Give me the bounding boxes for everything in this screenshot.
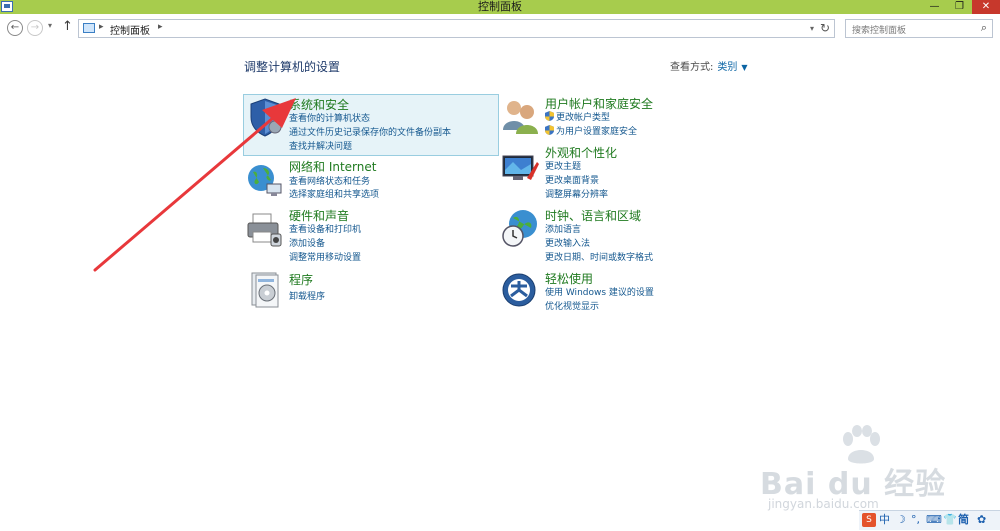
- category-link[interactable]: 添加语言: [545, 222, 581, 235]
- sogou-ime-icon[interactable]: S: [862, 513, 876, 527]
- category-title[interactable]: 程序: [289, 271, 313, 288]
- settings-gear-icon[interactable]: ✿: [977, 513, 986, 527]
- control-panel-location-icon: [83, 23, 95, 33]
- control-panel-window: 控制面板 — ❐ ✕ ← → ▾ ↑ ▸ 控制面板 ▸ ▾ ↻ 搜索控制面板 ⌕…: [0, 0, 1000, 531]
- view-by-dropdown[interactable]: 类别: [717, 62, 737, 73]
- recent-locations-dropdown-icon[interactable]: ▾: [48, 21, 52, 30]
- category-programs[interactable]: 程序 卸载程序: [244, 271, 494, 311]
- category-link[interactable]: 选择家庭组和共享选项: [289, 187, 379, 200]
- category-link[interactable]: 为用户设置家庭安全: [545, 124, 637, 137]
- page-title: 调整计算机的设置: [244, 60, 341, 74]
- clock-globe-icon: [502, 210, 537, 247]
- punctuation-icon[interactable]: °,: [911, 513, 920, 527]
- category-appearance[interactable]: 外观和个性化 更改主题 更改桌面背景 调整屏幕分辨率: [500, 144, 760, 200]
- half-width-moon-icon[interactable]: ☽: [896, 513, 906, 527]
- category-link[interactable]: 更改输入法: [545, 236, 590, 249]
- category-link[interactable]: 更改帐户类型: [545, 110, 610, 123]
- back-button[interactable]: ←: [7, 20, 23, 36]
- category-link[interactable]: 更改主题: [545, 159, 581, 172]
- view-by: 查看方式: 类别 ▼: [670, 58, 748, 73]
- chinese-mode-icon[interactable]: 中: [879, 513, 890, 527]
- keyboard-icon[interactable]: ⌨: [926, 513, 942, 527]
- programs-icon: [251, 272, 279, 308]
- category-link[interactable]: 查看网络状态和任务: [289, 174, 370, 187]
- category-link[interactable]: 查看你的计算机状态: [289, 111, 370, 124]
- users-icon: [503, 101, 538, 134]
- category-link[interactable]: 查看设备和打印机: [289, 222, 361, 235]
- category-link-label[interactable]: 更改帐户类型: [556, 113, 610, 123]
- close-button[interactable]: ✕: [972, 0, 1000, 14]
- category-system-security[interactable]: 系统和安全 查看你的计算机状态 通过文件历史记录保存你的文件备份副本 查找并解决…: [243, 94, 499, 156]
- category-link[interactable]: 添加设备: [289, 236, 325, 249]
- uac-shield-icon: [545, 125, 554, 135]
- restore-button[interactable]: ❐: [947, 0, 972, 14]
- category-link[interactable]: 查找并解决问题: [289, 139, 352, 152]
- uac-shield-icon: [545, 111, 554, 121]
- printer-icon: [247, 213, 282, 247]
- breadcrumb-control-panel[interactable]: 控制面板: [110, 22, 150, 37]
- address-dropdown-icon[interactable]: ▾: [810, 24, 814, 33]
- baidu-jingyan-watermark: Bai du 经验 jingyan.baidu.com: [760, 425, 960, 515]
- category-link[interactable]: 更改桌面背景: [545, 173, 599, 186]
- title-bar: 控制面板 — ❐ ✕: [0, 0, 1000, 14]
- input-method-tray: S 中 ☽ °, ⌨ 👕 简 ✿: [859, 510, 1000, 530]
- category-link[interactable]: 通过文件历史记录保存你的文件备份副本: [289, 125, 451, 138]
- category-ease-of-access[interactable]: 轻松使用 使用 Windows 建议的设置 优化视觉显示: [500, 270, 760, 314]
- search-input[interactable]: 搜索控制面板 ⌕: [845, 19, 993, 38]
- category-link[interactable]: 调整常用移动设置: [289, 250, 361, 263]
- breadcrumb-separator-icon[interactable]: ▸: [158, 22, 163, 32]
- category-link[interactable]: 更改日期、时间或数字格式: [545, 250, 653, 263]
- category-clock-language-region[interactable]: 时钟、语言和区域 添加语言 更改输入法 更改日期、时间或数字格式: [500, 207, 760, 263]
- category-link-label[interactable]: 为用户设置家庭安全: [556, 127, 637, 137]
- shield-icon: [250, 98, 282, 137]
- simplified-chinese-icon[interactable]: 简: [958, 513, 969, 527]
- category-link[interactable]: 优化视觉显示: [545, 299, 599, 312]
- category-link[interactable]: 使用 Windows 建议的设置: [545, 285, 654, 298]
- search-placeholder: 搜索控制面板: [852, 26, 907, 36]
- category-hardware-sound[interactable]: 硬件和声音 查看设备和打印机 添加设备 调整常用移动设置: [244, 207, 494, 263]
- skin-shirt-icon[interactable]: 👕: [943, 513, 957, 527]
- category-link[interactable]: 卸载程序: [289, 289, 325, 302]
- chevron-down-icon[interactable]: ▼: [741, 63, 747, 72]
- ease-of-access-icon: [502, 273, 536, 307]
- view-by-label: 查看方式:: [670, 62, 714, 73]
- category-link[interactable]: 调整屏幕分辨率: [545, 187, 608, 200]
- up-button[interactable]: ↑: [62, 19, 73, 34]
- breadcrumb-separator-icon[interactable]: ▸: [99, 22, 104, 32]
- refresh-icon[interactable]: ↻: [820, 21, 830, 35]
- category-title[interactable]: 网络和 Internet: [289, 158, 376, 175]
- search-icon[interactable]: ⌕: [981, 21, 987, 35]
- category-network-internet[interactable]: 网络和 Internet 查看网络状态和任务 选择家庭组和共享选项: [244, 158, 494, 202]
- address-bar[interactable]: ▸ 控制面板 ▸ ▾ ↻: [78, 19, 835, 38]
- watermark-url: jingyan.baidu.com: [768, 497, 879, 511]
- category-user-accounts[interactable]: 用户帐户和家庭安全 更改帐户类型 为用户设置家庭安全: [500, 95, 760, 139]
- network-globe-icon: [248, 165, 282, 196]
- window-title: 控制面板: [478, 0, 522, 13]
- minimize-button[interactable]: —: [922, 0, 947, 14]
- navigation-bar: ← → ▾ ↑ ▸ 控制面板 ▸ ▾ ↻ 搜索控制面板 ⌕: [0, 14, 1000, 42]
- forward-button[interactable]: →: [27, 20, 43, 36]
- appearance-icon: [502, 155, 539, 180]
